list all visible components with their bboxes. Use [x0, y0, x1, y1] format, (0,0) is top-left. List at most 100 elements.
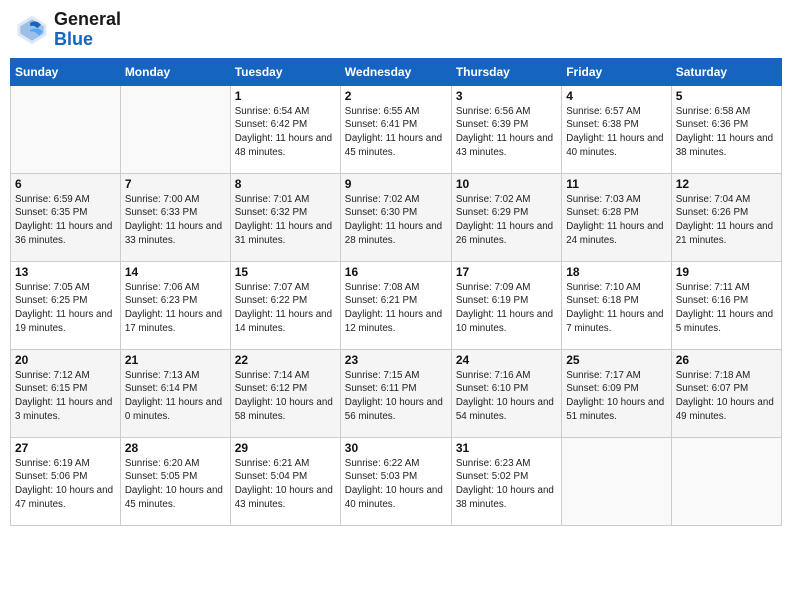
day-info: Sunrise: 6:22 AM Sunset: 5:03 PM Dayligh… [345, 457, 447, 512]
day-number: 26 [676, 353, 777, 367]
day-number: 17 [456, 265, 557, 279]
day-info: Sunrise: 7:02 AM Sunset: 6:30 PM Dayligh… [345, 193, 447, 248]
calendar-table: SundayMondayTuesdayWednesdayThursdayFrid… [10, 58, 782, 526]
day-number: 22 [235, 353, 336, 367]
calendar-cell: 29 Sunrise: 6:21 AM Sunset: 5:04 PM Dayli… [230, 437, 340, 525]
day-number: 3 [456, 89, 557, 103]
day-number: 6 [15, 177, 116, 191]
calendar-cell [671, 437, 781, 525]
day-number: 14 [125, 265, 226, 279]
header-row: SundayMondayTuesdayWednesdayThursdayFrid… [11, 58, 782, 85]
day-number: 31 [456, 441, 557, 455]
day-info: Sunrise: 6:55 AM Sunset: 6:41 PM Dayligh… [345, 105, 447, 160]
day-number: 5 [676, 89, 777, 103]
day-info: Sunrise: 7:02 AM Sunset: 6:29 PM Dayligh… [456, 193, 557, 248]
weekday-header-friday: Friday [562, 58, 672, 85]
weekday-header-wednesday: Wednesday [340, 58, 451, 85]
day-info: Sunrise: 7:18 AM Sunset: 6:07 PM Dayligh… [676, 369, 777, 424]
calendar-cell: 1 Sunrise: 6:54 AM Sunset: 6:42 PM Daylig… [230, 85, 340, 173]
day-info: Sunrise: 7:10 AM Sunset: 6:18 PM Dayligh… [566, 281, 667, 336]
day-info: Sunrise: 6:54 AM Sunset: 6:42 PM Dayligh… [235, 105, 336, 160]
calendar-cell: 21 Sunrise: 7:13 AM Sunset: 6:14 PM Dayli… [120, 349, 230, 437]
calendar-cell: 13Sunrise: 7:05 AM Sunset: 6:25 PM Dayli… [11, 261, 121, 349]
calendar-week-5: 27Sunrise: 6:19 AM Sunset: 5:06 PM Dayli… [11, 437, 782, 525]
calendar-cell: 16 Sunrise: 7:08 AM Sunset: 6:21 PM Dayli… [340, 261, 451, 349]
day-number: 19 [676, 265, 777, 279]
weekday-header-tuesday: Tuesday [230, 58, 340, 85]
logo-text: General Blue [54, 10, 121, 50]
calendar-week-1: 1 Sunrise: 6:54 AM Sunset: 6:42 PM Daylig… [11, 85, 782, 173]
day-info: Sunrise: 7:09 AM Sunset: 6:19 PM Dayligh… [456, 281, 557, 336]
day-info: Sunrise: 7:00 AM Sunset: 6:33 PM Dayligh… [125, 193, 226, 248]
day-number: 23 [345, 353, 447, 367]
calendar-cell: 20 Sunrise: 7:12 AM Sunset: 6:15 PM Dayli… [11, 349, 121, 437]
calendar-cell: 12Sunrise: 7:04 AM Sunset: 6:26 PM Dayli… [671, 173, 781, 261]
day-info: Sunrise: 7:11 AM Sunset: 6:16 PM Dayligh… [676, 281, 777, 336]
calendar-cell: 15 Sunrise: 7:07 AM Sunset: 6:22 PM Dayli… [230, 261, 340, 349]
calendar-cell: 26 Sunrise: 7:18 AM Sunset: 6:07 PM Dayli… [671, 349, 781, 437]
day-number: 2 [345, 89, 447, 103]
calendar-cell: 25 Sunrise: 7:17 AM Sunset: 6:09 PM Dayli… [562, 349, 672, 437]
day-info: Sunrise: 7:04 AM Sunset: 6:26 PM Dayligh… [676, 193, 777, 248]
logo-icon [14, 12, 50, 48]
day-number: 9 [345, 177, 447, 191]
weekday-header-sunday: Sunday [11, 58, 121, 85]
day-info: Sunrise: 6:57 AM Sunset: 6:38 PM Dayligh… [566, 105, 667, 160]
calendar-cell: 7 Sunrise: 7:00 AM Sunset: 6:33 PM Daylig… [120, 173, 230, 261]
calendar-cell [11, 85, 121, 173]
day-info: Sunrise: 6:56 AM Sunset: 6:39 PM Dayligh… [456, 105, 557, 160]
calendar-cell: 5 Sunrise: 6:58 AM Sunset: 6:36 PM Daylig… [671, 85, 781, 173]
day-number: 8 [235, 177, 336, 191]
day-number: 30 [345, 441, 447, 455]
day-info: Sunrise: 6:59 AM Sunset: 6:35 PM Dayligh… [15, 193, 116, 248]
calendar-cell: 14Sunrise: 7:06 AM Sunset: 6:23 PM Dayli… [120, 261, 230, 349]
day-info: Sunrise: 7:05 AM Sunset: 6:25 PM Dayligh… [15, 281, 116, 336]
calendar-cell: 22 Sunrise: 7:14 AM Sunset: 6:12 PM Dayli… [230, 349, 340, 437]
calendar-cell: 27Sunrise: 6:19 AM Sunset: 5:06 PM Dayli… [11, 437, 121, 525]
day-info: Sunrise: 6:21 AM Sunset: 5:04 PM Dayligh… [235, 457, 336, 512]
day-number: 11 [566, 177, 667, 191]
logo: General Blue [14, 10, 121, 50]
day-info: Sunrise: 7:14 AM Sunset: 6:12 PM Dayligh… [235, 369, 336, 424]
page-header: General Blue [10, 10, 782, 50]
day-info: Sunrise: 7:17 AM Sunset: 6:09 PM Dayligh… [566, 369, 667, 424]
day-number: 7 [125, 177, 226, 191]
day-info: Sunrise: 7:01 AM Sunset: 6:32 PM Dayligh… [235, 193, 336, 248]
calendar-cell: 9 Sunrise: 7:02 AM Sunset: 6:30 PM Daylig… [340, 173, 451, 261]
calendar-cell: 28Sunrise: 6:20 AM Sunset: 5:05 PM Dayli… [120, 437, 230, 525]
day-number: 4 [566, 89, 667, 103]
calendar-cell: 18 Sunrise: 7:10 AM Sunset: 6:18 PM Dayli… [562, 261, 672, 349]
weekday-header-saturday: Saturday [671, 58, 781, 85]
day-number: 28 [125, 441, 226, 455]
day-number: 20 [15, 353, 116, 367]
calendar-cell: 8 Sunrise: 7:01 AM Sunset: 6:32 PM Daylig… [230, 173, 340, 261]
day-number: 10 [456, 177, 557, 191]
day-number: 24 [456, 353, 557, 367]
calendar-cell: 17 Sunrise: 7:09 AM Sunset: 6:19 PM Dayli… [451, 261, 561, 349]
day-number: 27 [15, 441, 116, 455]
day-number: 1 [235, 89, 336, 103]
calendar-week-4: 20 Sunrise: 7:12 AM Sunset: 6:15 PM Dayli… [11, 349, 782, 437]
day-info: Sunrise: 7:15 AM Sunset: 6:11 PM Dayligh… [345, 369, 447, 424]
day-number: 15 [235, 265, 336, 279]
calendar-week-3: 13Sunrise: 7:05 AM Sunset: 6:25 PM Dayli… [11, 261, 782, 349]
day-number: 16 [345, 265, 447, 279]
day-number: 21 [125, 353, 226, 367]
weekday-header-monday: Monday [120, 58, 230, 85]
day-info: Sunrise: 7:12 AM Sunset: 6:15 PM Dayligh… [15, 369, 116, 424]
day-number: 25 [566, 353, 667, 367]
day-info: Sunrise: 7:07 AM Sunset: 6:22 PM Dayligh… [235, 281, 336, 336]
calendar-cell [562, 437, 672, 525]
calendar-cell: 19 Sunrise: 7:11 AM Sunset: 6:16 PM Dayli… [671, 261, 781, 349]
day-number: 29 [235, 441, 336, 455]
calendar-cell: 6 Sunrise: 6:59 AM Sunset: 6:35 PM Daylig… [11, 173, 121, 261]
day-info: Sunrise: 7:08 AM Sunset: 6:21 PM Dayligh… [345, 281, 447, 336]
day-info: Sunrise: 7:16 AM Sunset: 6:10 PM Dayligh… [456, 369, 557, 424]
calendar-cell: 4 Sunrise: 6:57 AM Sunset: 6:38 PM Daylig… [562, 85, 672, 173]
day-info: Sunrise: 7:13 AM Sunset: 6:14 PM Dayligh… [125, 369, 226, 424]
day-number: 18 [566, 265, 667, 279]
day-info: Sunrise: 6:23 AM Sunset: 5:02 PM Dayligh… [456, 457, 557, 512]
day-info: Sunrise: 6:58 AM Sunset: 6:36 PM Dayligh… [676, 105, 777, 160]
calendar-cell: 30 Sunrise: 6:22 AM Sunset: 5:03 PM Dayli… [340, 437, 451, 525]
weekday-header-thursday: Thursday [451, 58, 561, 85]
